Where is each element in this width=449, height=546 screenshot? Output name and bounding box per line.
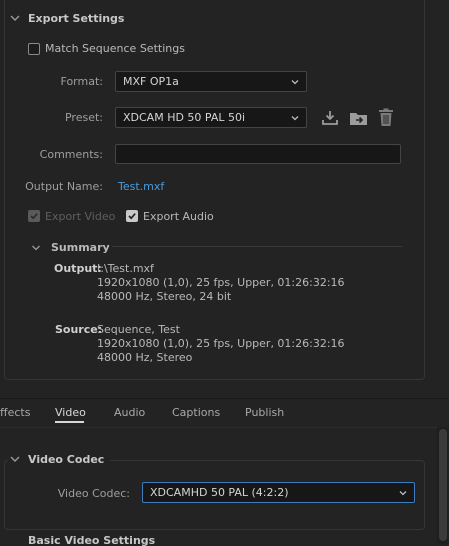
summary-output-line: I:\Test.mxf bbox=[97, 262, 154, 275]
tab-captions[interactable]: Captions bbox=[172, 406, 220, 419]
format-value: MXF OP1a bbox=[123, 75, 179, 88]
preset-value: XDCAM HD 50 PAL 50i bbox=[123, 111, 246, 124]
chevron-down-icon bbox=[10, 15, 20, 21]
export-video-checkbox[interactable] bbox=[28, 210, 40, 222]
scrollbar-thumb[interactable] bbox=[439, 429, 447, 541]
summary-output-label: Output: bbox=[54, 262, 102, 275]
delete-preset-icon[interactable] bbox=[378, 108, 394, 127]
summary-title: Summary bbox=[51, 241, 110, 254]
tab-video[interactable]: Video bbox=[55, 406, 86, 419]
preset-label: Preset: bbox=[64, 111, 103, 124]
export-video-label: Export Video bbox=[45, 210, 116, 223]
match-sequence-label: Match Sequence Settings bbox=[45, 42, 185, 55]
export-audio-label: Export Audio bbox=[143, 210, 214, 223]
summary-source-line: 1920x1080 (1,0), 25 fps, Upper, 01:26:32… bbox=[97, 337, 345, 350]
video-codec-title: Video Codec bbox=[28, 452, 105, 466]
basic-video-settings-header[interactable]: Basic Video Settings bbox=[8, 536, 155, 546]
summary-source-line: 48000 Hz, Stereo bbox=[97, 351, 193, 364]
basic-video-settings-title: Basic Video Settings bbox=[28, 536, 156, 546]
settings-tabs: ffects Video Audio Captions Publish bbox=[0, 398, 449, 428]
video-codec-select[interactable]: XDCAMHD 50 PAL (4:2:2) bbox=[142, 482, 415, 503]
chevron-down-icon bbox=[399, 490, 407, 495]
chevron-down-icon bbox=[291, 79, 299, 84]
chevron-down-icon bbox=[291, 115, 299, 120]
video-codec-value: XDCAMHD 50 PAL (4:2:2) bbox=[150, 486, 289, 499]
video-codec-header[interactable]: Video Codec bbox=[8, 452, 111, 466]
tab-audio[interactable]: Audio bbox=[114, 406, 145, 419]
checkmark-icon bbox=[30, 213, 38, 220]
summary-divider bbox=[112, 246, 402, 247]
match-sequence-checkbox[interactable] bbox=[28, 43, 40, 55]
chevron-down-icon bbox=[10, 456, 20, 462]
tab-effects[interactable]: ffects bbox=[0, 406, 30, 419]
format-label: Format: bbox=[60, 75, 103, 88]
summary-header[interactable]: Summary bbox=[30, 241, 110, 254]
export-settings-header[interactable]: Export Settings bbox=[8, 11, 124, 25]
chevron-down-icon bbox=[32, 245, 40, 250]
summary-output-lines: I:\Test.mxf 1920x1080 (1,0), 25 fps, Upp… bbox=[97, 262, 345, 304]
summary-source-label: Source: bbox=[55, 323, 103, 336]
import-preset-icon[interactable] bbox=[349, 109, 369, 127]
tab-publish[interactable]: Publish bbox=[245, 406, 284, 419]
summary-source-line: Sequence, Test bbox=[97, 323, 180, 336]
export-settings-title: Export Settings bbox=[28, 11, 125, 25]
export-audio-checkbox[interactable] bbox=[126, 210, 138, 222]
summary-source-lines: Sequence, Test 1920x1080 (1,0), 25 fps, … bbox=[97, 323, 345, 365]
preset-select[interactable]: XDCAM HD 50 PAL 50i bbox=[115, 107, 307, 128]
comments-label: Comments: bbox=[39, 148, 103, 161]
comments-input[interactable] bbox=[115, 144, 401, 164]
save-preset-icon[interactable] bbox=[321, 109, 339, 127]
video-codec-label: Video Codec: bbox=[57, 487, 130, 500]
summary-output-line: 1920x1080 (1,0), 25 fps, Upper, 01:26:32… bbox=[97, 276, 345, 289]
summary-output-line: 48000 Hz, Stereo, 24 bit bbox=[97, 290, 232, 303]
output-name-link[interactable]: Test.mxf bbox=[118, 180, 164, 193]
format-select[interactable]: MXF OP1a bbox=[115, 71, 307, 92]
checkmark-icon bbox=[128, 213, 136, 220]
output-name-label: Output Name: bbox=[25, 180, 103, 193]
active-tab-indicator bbox=[55, 421, 84, 423]
